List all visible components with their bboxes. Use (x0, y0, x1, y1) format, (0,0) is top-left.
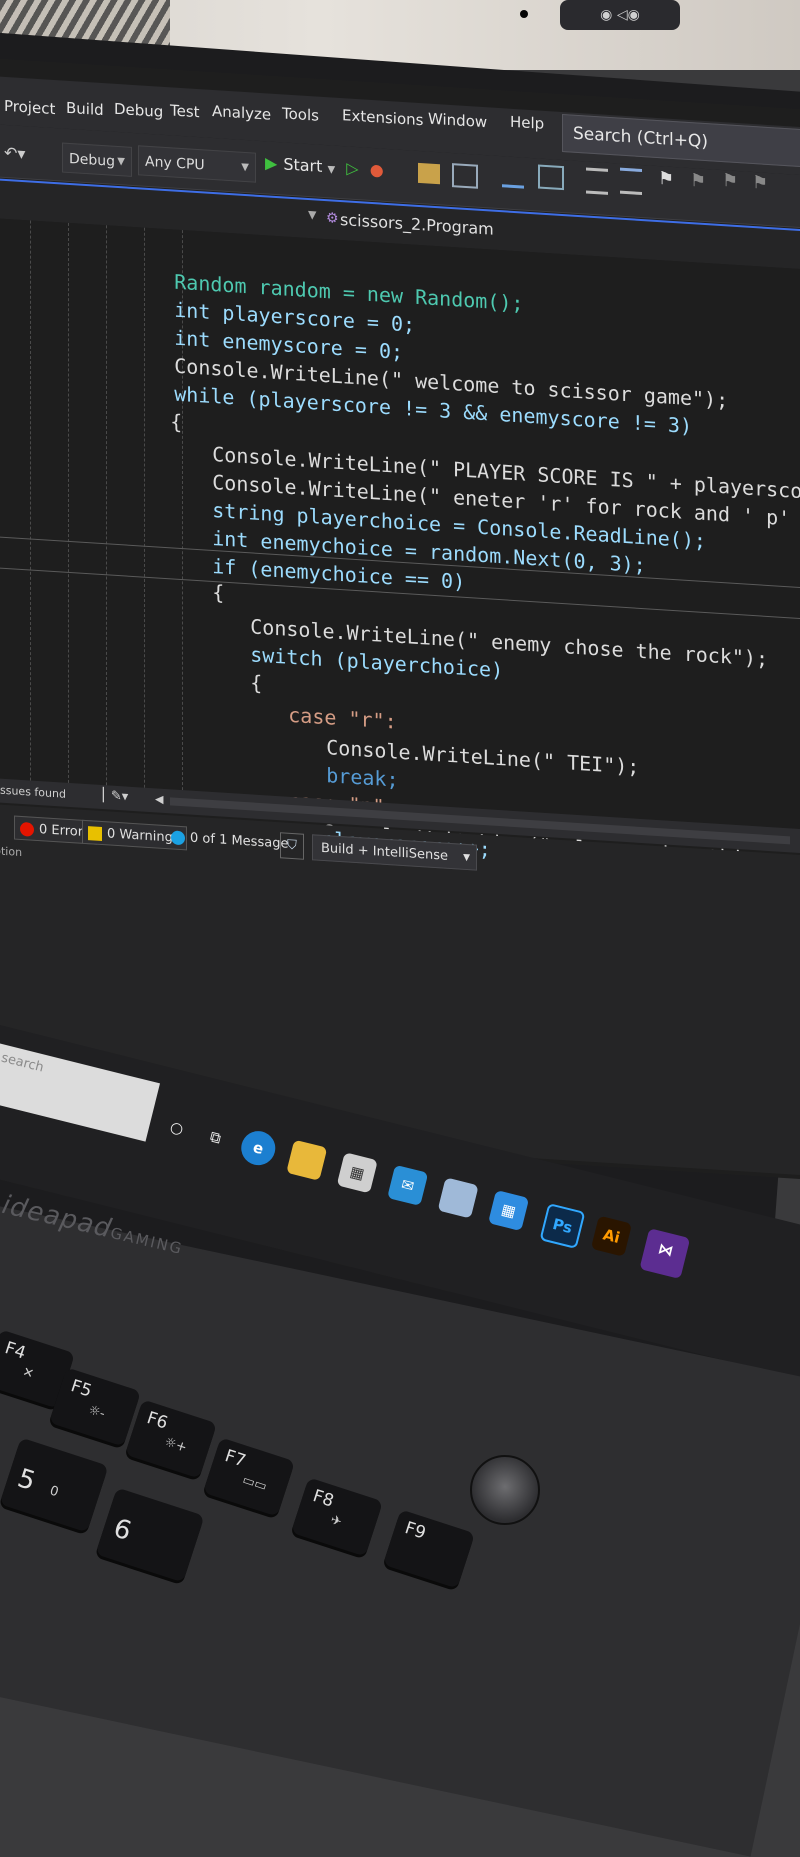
platform-value: Any CPU (145, 153, 205, 174)
key-label: F7 (222, 1446, 249, 1472)
mail-icon[interactable]: ✉ (387, 1164, 429, 1206)
calendar-icon[interactable]: ▦ (487, 1189, 530, 1232)
key-label: F6 (144, 1408, 171, 1434)
menu-project[interactable]: Project (4, 97, 55, 118)
key-sublabel: ☼- (86, 1402, 107, 1422)
key-label: F4 (2, 1338, 29, 1364)
start-button[interactable]: ▶ Start ▼ ▷ ● (265, 153, 384, 179)
key-label: 6 (109, 1513, 135, 1548)
chevron-down-icon: ▼ (463, 852, 470, 864)
bookmark-icon[interactable]: ⚑ (658, 168, 680, 190)
key-sublabel: 0 (47, 1483, 61, 1501)
chevron-down-icon: ▼ (241, 161, 249, 174)
menu-help[interactable]: Help (510, 113, 544, 133)
class-selector[interactable]: scissors_2.Program (340, 210, 494, 239)
comment-icon[interactable] (586, 167, 608, 195)
brush-icon[interactable]: ⎮ ✎▾ (100, 788, 128, 805)
configuration-dropdown[interactable]: Debug ▼ (62, 142, 132, 177)
photos-icon[interactable] (437, 1177, 479, 1219)
uncomment-icon[interactable] (620, 167, 642, 196)
step-icon[interactable] (502, 164, 524, 189)
start-without-debugging-icon[interactable]: ▷ (346, 158, 358, 178)
menu-debug[interactable]: Debug (114, 100, 163, 121)
hot-reload-icon[interactable]: ● (370, 160, 384, 180)
menu-window[interactable]: Window (428, 110, 487, 132)
menu-test[interactable]: Test (170, 101, 200, 121)
illustrator-icon[interactable]: Ai (590, 1215, 633, 1257)
warning-icon (88, 826, 102, 842)
start-label: Start (283, 154, 323, 176)
class-icon: ⚙ (326, 210, 339, 227)
visual-studio-icon[interactable]: ⋈ (639, 1228, 691, 1280)
photoshop-icon[interactable]: Ps (539, 1202, 586, 1250)
menu-tools[interactable]: Tools (282, 104, 319, 124)
indent-guide (68, 222, 69, 783)
store-icon[interactable]: ▦ (336, 1152, 378, 1194)
bookmark-prev-icon[interactable]: ⚑ (690, 170, 712, 192)
bookmark-next-icon[interactable]: ⚑ (722, 170, 744, 192)
power-button[interactable] (470, 1455, 540, 1525)
tool-window-icon[interactable] (538, 164, 564, 191)
code-text: switch (playerchoice) (250, 642, 504, 683)
key-label: F9 (402, 1518, 429, 1544)
menu-build[interactable]: Build (66, 99, 104, 119)
key-label: 5 (13, 1463, 39, 1498)
messages-count: 0 of 1 Message (190, 830, 289, 852)
task-view-icon[interactable]: ⧉ (195, 1117, 236, 1158)
visual-studio-window: Project Build Debug Test Analyze Tools E… (0, 58, 800, 1181)
bookmark-clear-icon[interactable]: ⚑ (752, 172, 774, 194)
key-label: F8 (310, 1486, 337, 1512)
folder-icon[interactable] (418, 162, 440, 185)
play-icon: ▶ (265, 153, 278, 174)
configuration-value: Debug (69, 150, 116, 170)
search-placeholder: search (0, 1050, 46, 1076)
filter-icon[interactable]: ⛉ (280, 832, 304, 860)
chevron-down-icon: ▼ (327, 164, 336, 176)
webcam (520, 10, 528, 18)
menu-extensions[interactable]: Extensions (342, 106, 423, 129)
error-icon (20, 821, 34, 837)
key-sublabel: ✕ (20, 1364, 36, 1383)
key-label: F5 (68, 1376, 95, 1402)
code-editor[interactable]: Random random = new Random(); int player… (0, 218, 800, 831)
window-layout-icon[interactable] (452, 163, 478, 189)
issues-status[interactable]: ssues found (0, 784, 66, 801)
file-explorer-icon[interactable] (286, 1139, 328, 1181)
search-input[interactable]: Search (Ctrl+Q) (562, 113, 800, 168)
key-sublabel: ✈ (328, 1512, 344, 1531)
key-sublabel: ☼+ (162, 1434, 189, 1456)
info-icon (171, 830, 185, 846)
platform-dropdown[interactable]: Any CPU ▼ (138, 145, 256, 183)
key-sublabel: ▭▭ (240, 1472, 269, 1495)
indent-guide (30, 220, 31, 781)
menu-analyze[interactable]: Analyze (212, 102, 271, 124)
webcam-shutter-icon: ◉ ◁◉ (560, 0, 680, 30)
code-text: if (enemychoice == 0) (212, 553, 466, 594)
chevron-down-icon[interactable]: ▼ (308, 208, 316, 222)
cortana-icon[interactable]: ○ (156, 1107, 197, 1148)
chevron-down-icon: ▼ (117, 156, 125, 168)
scroll-left-icon[interactable]: ◀ (155, 792, 163, 806)
edge-icon[interactable]: e (237, 1127, 279, 1169)
description-column-header: ption (0, 844, 23, 860)
undo-icon[interactable]: ↶▾ (4, 143, 26, 164)
scope-value: Build + IntelliSense (321, 840, 449, 864)
